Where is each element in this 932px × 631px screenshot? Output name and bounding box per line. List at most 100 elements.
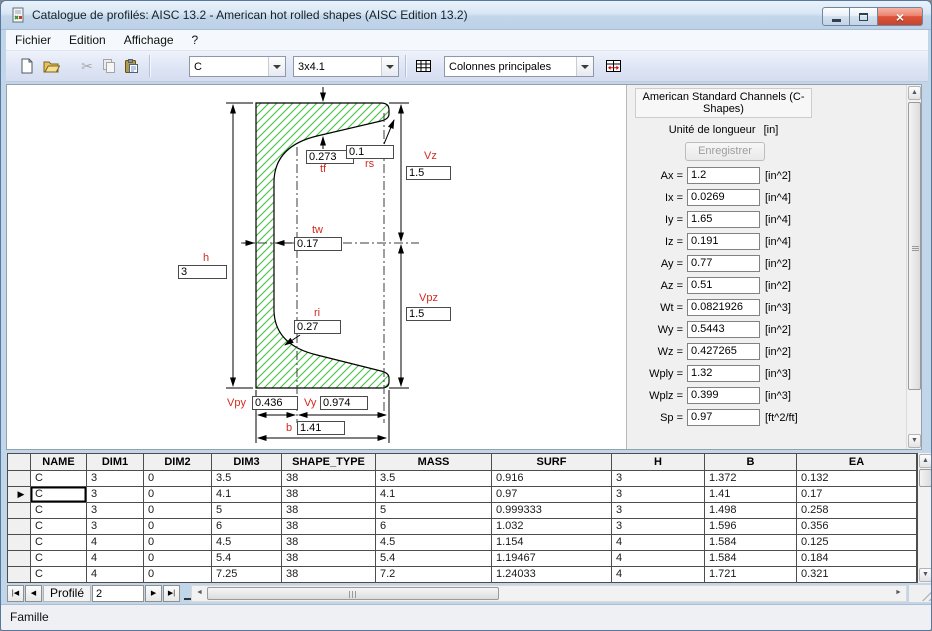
cell-b[interactable]: 1.596 [705, 519, 797, 535]
row-selector[interactable]: ▶ [8, 567, 31, 583]
cell-shape-type[interactable]: 38 [282, 551, 376, 567]
cell-name[interactable]: C [31, 471, 87, 487]
cell-b[interactable]: 1.584 [705, 551, 797, 567]
save-button[interactable]: Enregistrer [685, 142, 765, 161]
column-header[interactable]: NAME [31, 454, 87, 471]
cell-h[interactable]: 3 [612, 471, 705, 487]
minimize-button[interactable] [822, 7, 850, 26]
horizontal-scrollbar[interactable]: ◄ ► [191, 585, 907, 602]
cell-dim1[interactable]: 3 [87, 519, 144, 535]
scroll-up-button[interactable]: ▲ [919, 454, 931, 468]
size-combobox[interactable]: 3x4.1 [293, 56, 399, 77]
cell-b[interactable]: 1.584 [705, 535, 797, 551]
cell-dim1[interactable]: 4 [87, 535, 144, 551]
previous-record-button[interactable]: ◀ [25, 585, 42, 602]
cell-shape-type[interactable]: 38 [282, 487, 376, 503]
cell-ea[interactable]: 0.125 [797, 535, 917, 551]
cell-surf[interactable]: 1.19467 [492, 551, 612, 567]
property-input[interactable]: 0.51 [687, 277, 760, 294]
scroll-left-button[interactable]: ◄ [193, 587, 206, 600]
cell-name[interactable]: C [31, 503, 87, 519]
property-input[interactable]: 0.0269 [687, 189, 760, 206]
cell-dim1[interactable]: 3 [87, 503, 144, 519]
cell-surf[interactable]: 1.032 [492, 519, 612, 535]
cell-dim2[interactable]: 0 [144, 519, 212, 535]
column-header[interactable]: EA [797, 454, 917, 471]
cell-surf[interactable]: 0.916 [492, 471, 612, 487]
cell-dim2[interactable]: 0 [144, 487, 212, 503]
column-header[interactable]: H [612, 454, 705, 471]
row-selector[interactable]: ▶ [8, 487, 31, 503]
cell-b[interactable]: 1.721 [705, 567, 797, 583]
menu-item[interactable]: Fichier [6, 31, 60, 49]
column-header[interactable]: DIM2 [144, 454, 212, 471]
cell-h[interactable]: 4 [612, 567, 705, 583]
cell-h[interactable]: 3 [612, 503, 705, 519]
cell-mass[interactable]: 7.2 [376, 567, 492, 583]
scroll-down-button[interactable]: ▼ [908, 434, 921, 448]
cell-surf[interactable]: 0.999333 [492, 503, 612, 519]
table-view-button[interactable] [412, 55, 434, 77]
first-record-button[interactable]: |◀ [7, 585, 24, 602]
column-header[interactable]: DIM1 [87, 454, 144, 471]
cell-shape-type[interactable]: 38 [282, 567, 376, 583]
cell-ea[interactable]: 0.184 [797, 551, 917, 567]
cell-ea[interactable]: 0.258 [797, 503, 917, 519]
chevron-down-icon[interactable] [268, 57, 285, 76]
cell-dim1[interactable]: 3 [87, 487, 144, 503]
property-input[interactable]: 0.427265 [687, 343, 760, 360]
cell-shape-type[interactable]: 38 [282, 503, 376, 519]
cell-surf[interactable]: 1.154 [492, 535, 612, 551]
cell-mass[interactable]: 6 [376, 519, 492, 535]
property-input[interactable]: 1.32 [687, 365, 760, 382]
column-header[interactable]: DIM3 [212, 454, 282, 471]
row-selector[interactable]: ▶ [8, 519, 31, 535]
property-input[interactable]: 0.5443 [687, 321, 760, 338]
cell-name[interactable]: C [31, 535, 87, 551]
cell-ea[interactable]: 0.17 [797, 487, 917, 503]
cell-dim1[interactable]: 4 [87, 567, 144, 583]
cell-dim2[interactable]: 0 [144, 503, 212, 519]
cell-dim3[interactable]: 6 [212, 519, 282, 535]
cell-name[interactable]: C [31, 519, 87, 535]
columns-combobox[interactable]: Colonnes principales [444, 56, 594, 77]
scroll-up-button[interactable]: ▲ [908, 86, 921, 100]
row-selector[interactable]: ▶ [8, 551, 31, 567]
cell-mass[interactable]: 5.4 [376, 551, 492, 567]
cell-ea[interactable]: 0.321 [797, 567, 917, 583]
cell-mass[interactable]: 4.5 [376, 535, 492, 551]
cell-dim3[interactable]: 5 [212, 503, 282, 519]
maximize-button[interactable] [850, 7, 878, 26]
scroll-thumb[interactable] [919, 469, 931, 487]
cell-surf[interactable]: 1.24033 [492, 567, 612, 583]
cell-mass[interactable]: 5 [376, 503, 492, 519]
column-header[interactable]: MASS [376, 454, 492, 471]
cell-dim2[interactable]: 0 [144, 551, 212, 567]
cell-mass[interactable]: 3.5 [376, 471, 492, 487]
cell-b[interactable]: 1.372 [705, 471, 797, 487]
paste-button[interactable] [120, 55, 142, 77]
scroll-down-button[interactable]: ▼ [919, 568, 931, 582]
cell-surf[interactable]: 0.97 [492, 487, 612, 503]
property-input[interactable]: 0.97 [687, 409, 760, 426]
property-input[interactable]: 1.2 [687, 167, 760, 184]
cell-dim1[interactable]: 4 [87, 551, 144, 567]
property-input[interactable]: 0.399 [687, 387, 760, 404]
cell-b[interactable]: 1.41 [705, 487, 797, 503]
column-header[interactable]: SHAPE_TYPE [282, 454, 376, 471]
cell-h[interactable]: 4 [612, 535, 705, 551]
property-input[interactable]: 0.191 [687, 233, 760, 250]
cell-shape-type[interactable]: 38 [282, 471, 376, 487]
close-button[interactable]: × [878, 7, 923, 26]
cell-dim2[interactable]: 0 [144, 535, 212, 551]
cell-h[interactable]: 3 [612, 487, 705, 503]
resize-grip[interactable] [920, 590, 931, 601]
cell-dim3[interactable]: 5.4 [212, 551, 282, 567]
cell-mass[interactable]: 4.1 [376, 487, 492, 503]
cell-shape-type[interactable]: 38 [282, 535, 376, 551]
family-combobox[interactable]: C [189, 56, 286, 77]
cell-dim2[interactable]: 0 [144, 567, 212, 583]
menu-item[interactable]: ? [183, 31, 208, 49]
record-number-input[interactable] [92, 585, 145, 602]
column-header[interactable]: SURF [492, 454, 612, 471]
